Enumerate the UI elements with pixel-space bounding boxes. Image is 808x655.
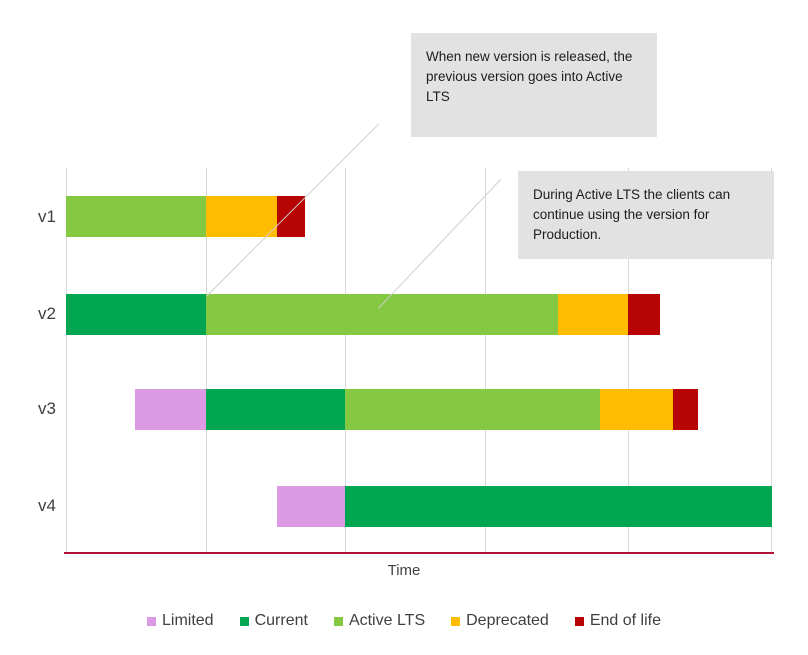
- legend-label: End of life: [589, 612, 661, 629]
- bar-segment-current[interactable]: [66, 294, 206, 335]
- legend-label: Deprecated: [466, 612, 549, 629]
- legend-item-end-of-life[interactable]: End of life: [574, 612, 661, 630]
- x-axis-title: Time: [387, 562, 421, 579]
- category-label-v2: v2: [38, 304, 56, 323]
- legend-swatch-icon: [451, 616, 461, 626]
- category-label-v4: v4: [38, 496, 56, 515]
- bar-segment-active-lts[interactable]: [66, 196, 206, 237]
- legend-swatch-icon: [147, 616, 156, 626]
- legend-label: Limited: [162, 612, 214, 629]
- category-label-v3: v3: [38, 399, 56, 418]
- legend-label: Active LTS: [348, 612, 426, 629]
- legend-item-active-lts[interactable]: Active LTS: [333, 612, 426, 630]
- bar-segment-deprecated[interactable]: [600, 389, 673, 430]
- legend-swatch-icon: [574, 616, 584, 626]
- category-label-v1: v1: [38, 207, 56, 226]
- bar-segment-current[interactable]: [345, 486, 772, 527]
- bar-segment-deprecated[interactable]: [558, 294, 628, 335]
- callout-production-usage: During Active LTS the clients can contin…: [518, 171, 774, 259]
- bar-segment-limited[interactable]: [277, 486, 345, 527]
- legend: Limited Current Active LTS Deprecated En…: [0, 612, 808, 630]
- legend-item-deprecated[interactable]: Deprecated: [451, 612, 549, 630]
- x-axis-baseline: [64, 552, 774, 554]
- legend-item-current[interactable]: Current: [239, 612, 308, 630]
- legend-label: Current: [254, 612, 308, 629]
- bar-segment-end-of-life[interactable]: [673, 389, 698, 430]
- bar-segment-limited[interactable]: [135, 389, 206, 430]
- bar-segment-end-of-life[interactable]: [628, 294, 660, 335]
- legend-swatch-icon: [333, 616, 343, 626]
- bar-segment-deprecated[interactable]: [206, 196, 277, 237]
- legend-item-limited[interactable]: Limited: [147, 612, 214, 630]
- bar-segment-active-lts[interactable]: [206, 294, 558, 335]
- version-lifecycle-chart: v1 v2 v3 v4 When new version is released…: [0, 0, 808, 655]
- legend-swatch-icon: [239, 616, 249, 626]
- bar-segment-current[interactable]: [206, 389, 345, 430]
- callout-active-lts-transition: When new version is released, the previo…: [411, 33, 657, 137]
- bar-segment-active-lts[interactable]: [345, 389, 600, 430]
